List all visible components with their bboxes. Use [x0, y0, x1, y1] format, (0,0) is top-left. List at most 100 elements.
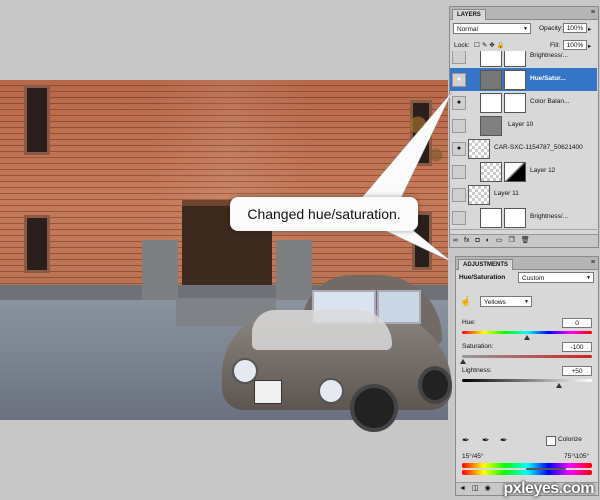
fill-label: Fill:: [550, 42, 561, 49]
visibility-toggle[interactable]: [452, 165, 466, 179]
layer-row[interactable]: Layer 12: [450, 160, 597, 184]
car-cover: [252, 310, 392, 350]
mask-thumbnail: [504, 70, 526, 90]
range-right-label: 75°\105°: [564, 453, 590, 460]
layer-row-active[interactable]: ● Hue/Satur...: [450, 68, 597, 92]
watermark-text: pxleyes.com: [503, 480, 594, 497]
layer-thumbnail: [468, 185, 490, 205]
fill-input[interactable]: 100%: [563, 40, 587, 50]
mask-thumbnail: [504, 51, 526, 67]
range-left-label: 15°/45°: [462, 453, 484, 460]
channel-value: Yellows: [484, 299, 506, 306]
chevron-right-icon[interactable]: ▸: [588, 25, 591, 33]
lock-label: Lock:: [454, 42, 470, 49]
colorize-label: Colorize: [558, 436, 582, 443]
chevron-down-icon: ▼: [524, 299, 529, 305]
color-range-result-bar: [462, 470, 592, 475]
channel-select[interactable]: Yellows ▼: [480, 296, 532, 307]
eye-toggle-icon[interactable]: ◉: [485, 484, 491, 492]
window: [24, 85, 50, 155]
hue-input[interactable]: 0: [562, 318, 592, 328]
lock-icons[interactable]: ☐✎✥🔒: [474, 41, 507, 49]
panel-menu-icon[interactable]: ≡: [591, 9, 595, 16]
layer-name: Layer 10: [508, 121, 534, 128]
link-icon[interactable]: ∞: [453, 237, 458, 244]
layer-row[interactable]: Brightness/...: [450, 51, 597, 69]
eyedropper-icon[interactable]: ✒: [462, 435, 470, 446]
back-arrow-icon[interactable]: ◄: [459, 485, 466, 492]
lightness-input[interactable]: +50: [562, 366, 592, 376]
eye-icon[interactable]: ●: [452, 96, 466, 110]
chevron-down-icon: ▼: [586, 275, 591, 281]
saturation-label: Saturation:: [462, 343, 494, 350]
layer-name: Brightness/...: [530, 52, 568, 59]
vintage-car: [222, 270, 452, 432]
blend-mode-select[interactable]: Normal ▼: [453, 23, 531, 34]
eyedropper-plus-icon[interactable]: ✒: [482, 435, 490, 446]
rear-wheel: [418, 366, 452, 404]
layer-name: Brightness/...: [530, 213, 568, 220]
layer-name: Color Balan...: [530, 98, 570, 105]
visibility-toggle[interactable]: [452, 188, 466, 202]
lightness-slider[interactable]: [462, 379, 592, 382]
layer-thumbnail: [480, 162, 502, 182]
adjustment-thumbnail: [480, 51, 502, 67]
layer-row[interactable]: Layer 10: [450, 114, 597, 138]
lightness-slider-knob[interactable]: [556, 383, 562, 388]
blend-mode-value: Normal: [457, 26, 478, 33]
adjustments-tab[interactable]: ADJUSTMENTS: [458, 259, 514, 270]
layer-name: Layer 12: [530, 167, 556, 174]
colorize-checkbox[interactable]: [546, 436, 556, 446]
panel-menu-icon[interactable]: ≡: [591, 259, 595, 266]
range-selector[interactable]: [526, 468, 566, 470]
hue-slider[interactable]: [462, 331, 592, 334]
hue-slider-knob[interactable]: [524, 335, 530, 340]
mask-icon[interactable]: ◘: [475, 237, 479, 244]
adjustments-panel: ADJUSTMENTS ≡ Hue/Saturation Custom ▼ ☝ …: [455, 256, 599, 496]
eye-icon[interactable]: ●: [452, 142, 466, 156]
saturation-input[interactable]: -100: [562, 342, 592, 352]
opacity-label: Opacity:: [539, 25, 563, 32]
layer-row[interactable]: Brightness/...: [450, 206, 597, 230]
layer-name: Layer 11: [494, 190, 519, 197]
preset-value: Custom: [522, 275, 545, 282]
hand-target-icon[interactable]: ☝: [460, 296, 471, 307]
layer-thumbnail: [480, 116, 502, 136]
visibility-toggle[interactable]: [452, 211, 466, 225]
layers-footer: ∞ fx ◘ ◐ ▭ ❐ 🗑: [450, 234, 598, 247]
hue-label: Hue:: [462, 319, 476, 326]
fx-icon[interactable]: fx: [464, 237, 469, 244]
trash-icon[interactable]: 🗑: [521, 236, 530, 244]
chevron-right-icon[interactable]: ▸: [588, 42, 591, 50]
callout-text: Changed hue/saturation.: [247, 206, 401, 222]
mask-thumbnail: [504, 208, 526, 228]
preset-select[interactable]: Custom ▼: [518, 272, 594, 283]
adjustments-tabbar: ADJUSTMENTS ≡: [456, 257, 598, 270]
annotation-callout: Changed hue/saturation.: [230, 197, 418, 231]
clip-icon[interactable]: ◫: [472, 484, 479, 492]
layer-row[interactable]: ● CAR-SXC-1154787_50621400: [450, 137, 597, 161]
mask-thumbnail: [504, 162, 526, 182]
saturation-slider[interactable]: [462, 355, 592, 358]
eyedropper-minus-icon[interactable]: ✒: [500, 435, 508, 446]
layers-tab[interactable]: LAYERS: [452, 9, 486, 20]
saturation-slider-knob[interactable]: [460, 359, 466, 364]
layer-row[interactable]: ● Color Balan...: [450, 91, 597, 115]
opacity-input[interactable]: 100%: [563, 23, 587, 33]
adjustment-thumbnail: [480, 208, 502, 228]
visibility-toggle[interactable]: [452, 119, 466, 133]
eye-icon[interactable]: ●: [452, 73, 466, 87]
folder-icon[interactable]: ▭: [496, 236, 503, 244]
layers-panel: LAYERS ≡ Normal ▼ Opacity: 100% ▸ Lock: …: [449, 6, 599, 248]
chevron-down-icon: ▼: [523, 26, 528, 32]
headlight: [318, 378, 344, 404]
visibility-toggle[interactable]: [452, 51, 466, 64]
front-wheel: [350, 384, 398, 432]
mask-thumbnail: [504, 93, 526, 113]
window: [24, 215, 50, 273]
lightness-label: Lightness:: [462, 367, 492, 374]
new-layer-icon[interactable]: ❐: [509, 236, 515, 244]
layer-name: CAR-SXC-1154787_50621400: [494, 144, 583, 151]
layer-row[interactable]: Layer 11: [450, 183, 597, 207]
adjustment-icon[interactable]: ◐: [486, 237, 490, 244]
